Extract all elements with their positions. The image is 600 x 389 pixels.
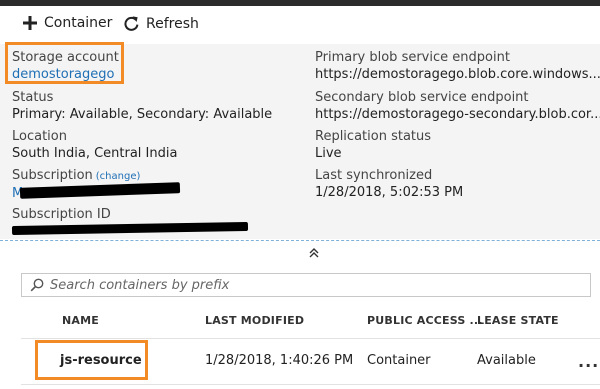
container-name-highlight — [35, 340, 148, 380]
status-field: Status Primary: Available, Secondary: Av… — [12, 89, 272, 123]
status-value: Primary: Available, Secondary: Available — [12, 107, 273, 122]
column-header-name[interactable]: NAME — [62, 314, 99, 327]
plus-icon — [23, 16, 37, 30]
column-header-last-modified[interactable]: LAST MODIFIED — [205, 314, 304, 327]
replication-field: Replication status Live — [315, 128, 431, 162]
search-icon — [30, 278, 44, 292]
last-sync-label: Last synchronized — [315, 168, 433, 183]
refresh-button[interactable]: Refresh — [123, 15, 199, 32]
column-header-public-access[interactable]: PUBLIC ACCESS ... — [367, 314, 483, 327]
secondary-endpoint-field: Secondary blob service endpoint https://… — [315, 89, 600, 123]
container-public-access: Container — [367, 353, 431, 368]
primary-endpoint-field: Primary blob service endpoint https://de… — [315, 49, 600, 83]
column-header-lease-state[interactable]: LEASE STATE — [477, 314, 559, 327]
add-container-label: Container — [44, 15, 113, 31]
command-bar: Container Refresh — [0, 6, 600, 44]
location-value: South India, Central India — [12, 146, 178, 161]
secondary-endpoint-value: https://demostoragego-secondary.blob.cor… — [315, 107, 600, 122]
subscription-id-label: Subscription ID — [12, 207, 111, 222]
last-sync-field: Last synchronized 1/28/2018, 5:02:53 PM — [315, 167, 463, 201]
storage-account-highlight — [5, 42, 124, 84]
status-label: Status — [12, 90, 54, 105]
secondary-endpoint-label: Secondary blob service endpoint — [315, 90, 529, 105]
replication-value: Live — [315, 146, 342, 161]
primary-endpoint-label: Primary blob service endpoint — [315, 50, 510, 65]
collapse-chevron-icon[interactable] — [306, 246, 322, 260]
last-sync-value: 1/28/2018, 5:02:53 PM — [315, 185, 464, 200]
location-label: Location — [12, 129, 67, 144]
more-options-button[interactable]: ... — [578, 352, 599, 371]
search-placeholder: Search containers by prefix — [50, 277, 230, 293]
subscription-label: Subscription — [12, 168, 93, 183]
primary-endpoint-value: https://demostoragego.blob.core.windows.… — [315, 67, 600, 82]
table-divider — [21, 338, 600, 339]
container-lease-state: Available — [477, 353, 536, 368]
refresh-icon — [124, 16, 139, 31]
container-last-modified: 1/28/2018, 1:40:26 PM — [205, 353, 354, 368]
search-input[interactable]: Search containers by prefix — [21, 273, 591, 297]
add-container-button[interactable]: Container — [22, 15, 112, 31]
replication-label: Replication status — [315, 129, 432, 144]
refresh-label: Refresh — [146, 15, 199, 32]
subscription-id-field: Subscription ID — [12, 206, 111, 223]
table-divider — [21, 384, 600, 385]
location-field: Location South India, Central India — [12, 128, 177, 162]
essentials-divider — [0, 240, 600, 241]
change-subscription-link[interactable]: (change) — [96, 171, 141, 182]
